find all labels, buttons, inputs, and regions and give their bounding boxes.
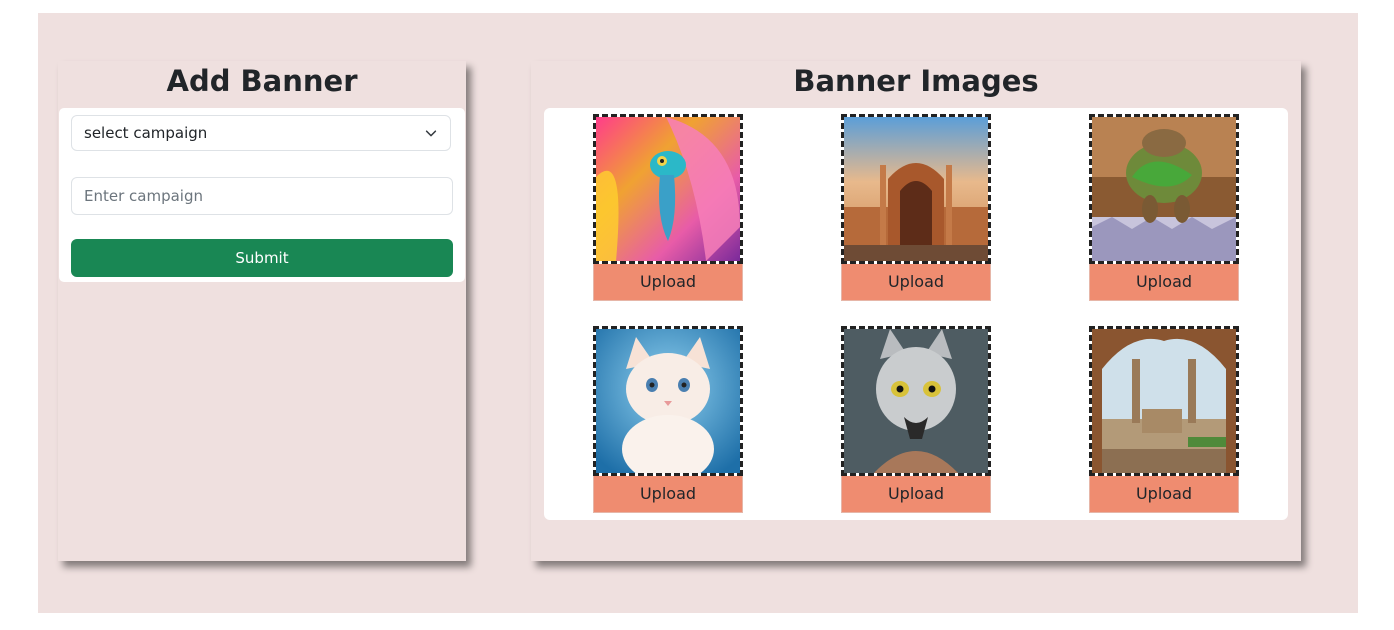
campaign-select[interactable]: select campaign [71,115,451,151]
add-banner-form: select campaign Submit [59,108,465,282]
banner-tile: Upload [841,326,991,513]
submit-button[interactable]: Submit [71,239,453,277]
upload-button[interactable]: Upload [841,264,991,301]
banner-images-grid: Upload Upload Upload Upload Upload Uploa… [544,108,1288,520]
banner-images-panel: Banner Images Upload Upload Upload Uploa… [531,61,1301,561]
add-banner-title: Add Banner [166,64,358,98]
white-kitten-image [593,326,743,476]
minaret-view-through-arch-image [1089,326,1239,476]
historic-gate-building-image [841,114,991,264]
campaign-input[interactable] [71,177,453,215]
banner-tile: Upload [1089,326,1239,513]
chameleon-on-flower-image [593,114,743,264]
upload-button[interactable]: Upload [841,476,991,513]
upload-button[interactable]: Upload [593,476,743,513]
page-background: Add Banner select campaign Submit Banner… [38,13,1358,613]
masked-cat-warrior-image [841,326,991,476]
chevron-down-icon [425,130,437,137]
banner-images-title: Banner Images [793,64,1039,98]
add-banner-panel: Add Banner select campaign Submit [58,61,466,561]
upload-button[interactable]: Upload [1089,264,1239,301]
upload-button[interactable]: Upload [1089,476,1239,513]
banner-tile: Upload [593,114,743,301]
campaign-select-value: select campaign [84,124,208,142]
upload-button[interactable]: Upload [593,264,743,301]
banner-tile: Upload [841,114,991,301]
banner-tile: Upload [593,326,743,513]
banner-tile: Upload [1089,114,1239,301]
tortoise-with-lettuce-image [1089,114,1239,264]
